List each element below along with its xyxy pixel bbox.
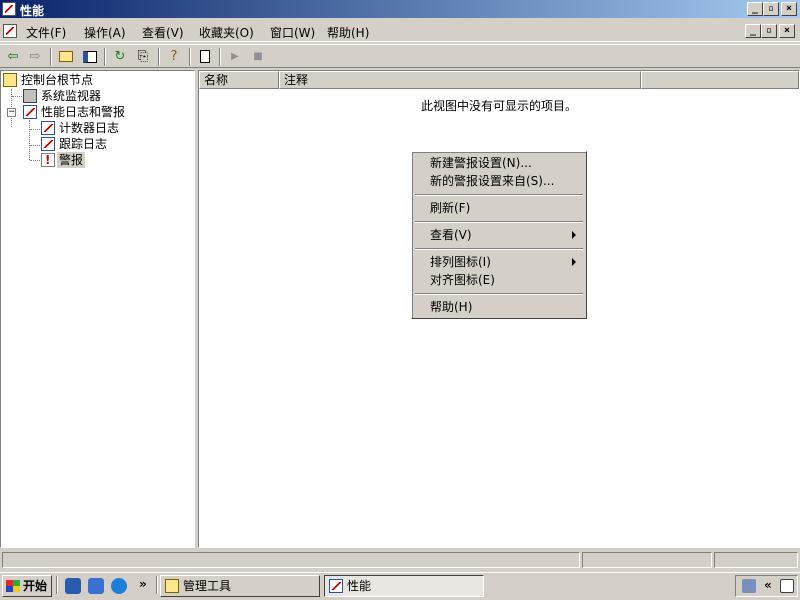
- start-button[interactable]: 开始: [2, 575, 52, 597]
- taskbar: 开始 » 管理工具 性能 «: [0, 572, 800, 600]
- system-tray: «: [735, 575, 798, 597]
- explorer-icon[interactable]: [88, 578, 104, 594]
- tree-connector: [30, 129, 40, 130]
- minimize-button[interactable]: _: [747, 2, 763, 16]
- performance-icon: [329, 579, 343, 593]
- folder-icon: [3, 73, 17, 87]
- menu-bar: 文件(F) 操作(A) 查看(V) 收藏夹(O) 窗口(W) 帮助(H) _ ▫…: [0, 20, 800, 42]
- menu-separator: [415, 194, 583, 196]
- forward-arrow-icon[interactable]: ⇨: [26, 48, 44, 66]
- collapse-icon[interactable]: −: [7, 108, 16, 117]
- menu-item-view[interactable]: 查看(V): [430, 227, 472, 243]
- tree-node-label: 性能日志和警报: [41, 105, 126, 119]
- tree-connector: [30, 145, 40, 146]
- taskbar-separator: [56, 576, 58, 594]
- document-icon[interactable]: [3, 24, 17, 38]
- tree-node-label: 计数器日志: [59, 121, 120, 135]
- child-restore-button[interactable]: ▫: [761, 24, 777, 38]
- new-icon[interactable]: [196, 48, 214, 66]
- quick-launch-chevron[interactable]: »: [139, 577, 147, 591]
- column-header-name[interactable]: 名称: [199, 71, 279, 89]
- help-icon[interactable]: ?: [165, 48, 183, 66]
- task-button-admin-tools[interactable]: 管理工具: [160, 575, 320, 597]
- menu-item-new-alert[interactable]: 新建警报设置(N)...: [430, 155, 532, 171]
- tree-connector: [30, 160, 40, 161]
- menu-help[interactable]: 帮助(H): [327, 24, 369, 41]
- tray-expand-chevron[interactable]: «: [764, 578, 772, 592]
- menu-separator: [415, 248, 583, 250]
- menu-view[interactable]: 查看(V): [142, 24, 184, 41]
- show-tree-icon[interactable]: [81, 48, 99, 66]
- tree-node-label: 警报: [57, 152, 86, 168]
- menu-item-line-up-icons[interactable]: 对齐图标(E): [430, 272, 495, 288]
- menu-favorites[interactable]: 收藏夹(O): [199, 24, 254, 41]
- alert-icon: [41, 152, 55, 168]
- toolbar-separator: [50, 48, 52, 66]
- submenu-arrow-icon: [572, 231, 576, 239]
- up-folder-icon[interactable]: [57, 48, 75, 66]
- tree-pane[interactable]: 控制台根节点 系统监视器 − 性能日志和警报 计数器日志 跟踪日志 警报: [0, 70, 195, 548]
- show-desktop-icon[interactable]: [65, 578, 81, 594]
- tree-node-label: 跟踪日志: [59, 137, 108, 151]
- start-label: 开始: [23, 579, 48, 593]
- play-icon[interactable]: ▶: [226, 48, 244, 66]
- tree-node-label: 系统监视器: [41, 89, 102, 103]
- back-arrow-icon[interactable]: ⇦: [4, 48, 22, 66]
- status-bar: [0, 550, 800, 570]
- status-cell-main: [2, 552, 580, 568]
- task-label: 管理工具: [183, 579, 232, 593]
- counter-logs-icon: [41, 121, 55, 135]
- status-cell-2: [582, 552, 712, 568]
- internet-explorer-icon[interactable]: [111, 578, 127, 594]
- menu-item-help[interactable]: 帮助(H): [430, 299, 472, 315]
- perf-logs-icon: [23, 105, 37, 119]
- title-bar[interactable]: 性能 _ ▫ ×: [0, 0, 800, 18]
- tray-network-icon[interactable]: [742, 579, 756, 593]
- close-button[interactable]: ×: [781, 2, 797, 16]
- toolbar: ⇦ ⇨ ↻ ⎘ ? ▶ ■: [0, 44, 800, 68]
- tree-connector: [12, 96, 22, 97]
- admin-tools-icon: [165, 579, 179, 593]
- windows-logo-icon: [6, 580, 20, 592]
- trace-logs-icon: [41, 137, 55, 151]
- toolbar-separator: [219, 48, 221, 66]
- menu-action[interactable]: 操作(A): [84, 24, 126, 41]
- taskbar-separator: [156, 576, 158, 594]
- toolbar-separator: [104, 48, 106, 66]
- column-header-empty[interactable]: [641, 71, 799, 89]
- tree-node-label: 控制台根节点: [21, 73, 94, 87]
- empty-view-message: 此视图中没有可显示的项目。: [420, 99, 577, 113]
- menu-window[interactable]: 窗口(W): [270, 24, 315, 41]
- task-button-performance[interactable]: 性能: [324, 575, 484, 597]
- menu-item-new-alert-from[interactable]: 新的警报设置来自(S)...: [430, 173, 554, 189]
- system-monitor-icon: [23, 89, 37, 103]
- toolbar-separator: [158, 48, 160, 66]
- task-label: 性能: [347, 579, 372, 593]
- context-menu: 新建警报设置(N)... 新的警报设置来自(S)... 刷新(F) 查看(V) …: [411, 151, 587, 319]
- menu-item-arrange-icons[interactable]: 排列图标(I): [430, 254, 491, 270]
- submenu-arrow-icon: [572, 258, 576, 266]
- column-header-comment[interactable]: 注释: [279, 71, 641, 89]
- tree-connector: [29, 120, 30, 160]
- refresh-icon[interactable]: ↻: [111, 48, 129, 66]
- restore-button[interactable]: ▫: [763, 2, 779, 16]
- performance-app-icon[interactable]: [2, 2, 16, 16]
- menu-item-refresh[interactable]: 刷新(F): [430, 200, 470, 216]
- child-close-button[interactable]: ×: [779, 24, 795, 38]
- child-minimize-button[interactable]: _: [745, 24, 761, 38]
- stop-icon[interactable]: ■: [249, 48, 267, 66]
- menu-file[interactable]: 文件(F): [26, 24, 66, 41]
- tray-app-icon[interactable]: [780, 579, 794, 593]
- status-cell-3: [714, 552, 798, 568]
- export-icon[interactable]: ⎘: [134, 48, 152, 66]
- menu-separator: [415, 293, 583, 295]
- window-title: 性能: [20, 4, 45, 18]
- menu-separator: [415, 221, 583, 223]
- toolbar-separator: [189, 48, 191, 66]
